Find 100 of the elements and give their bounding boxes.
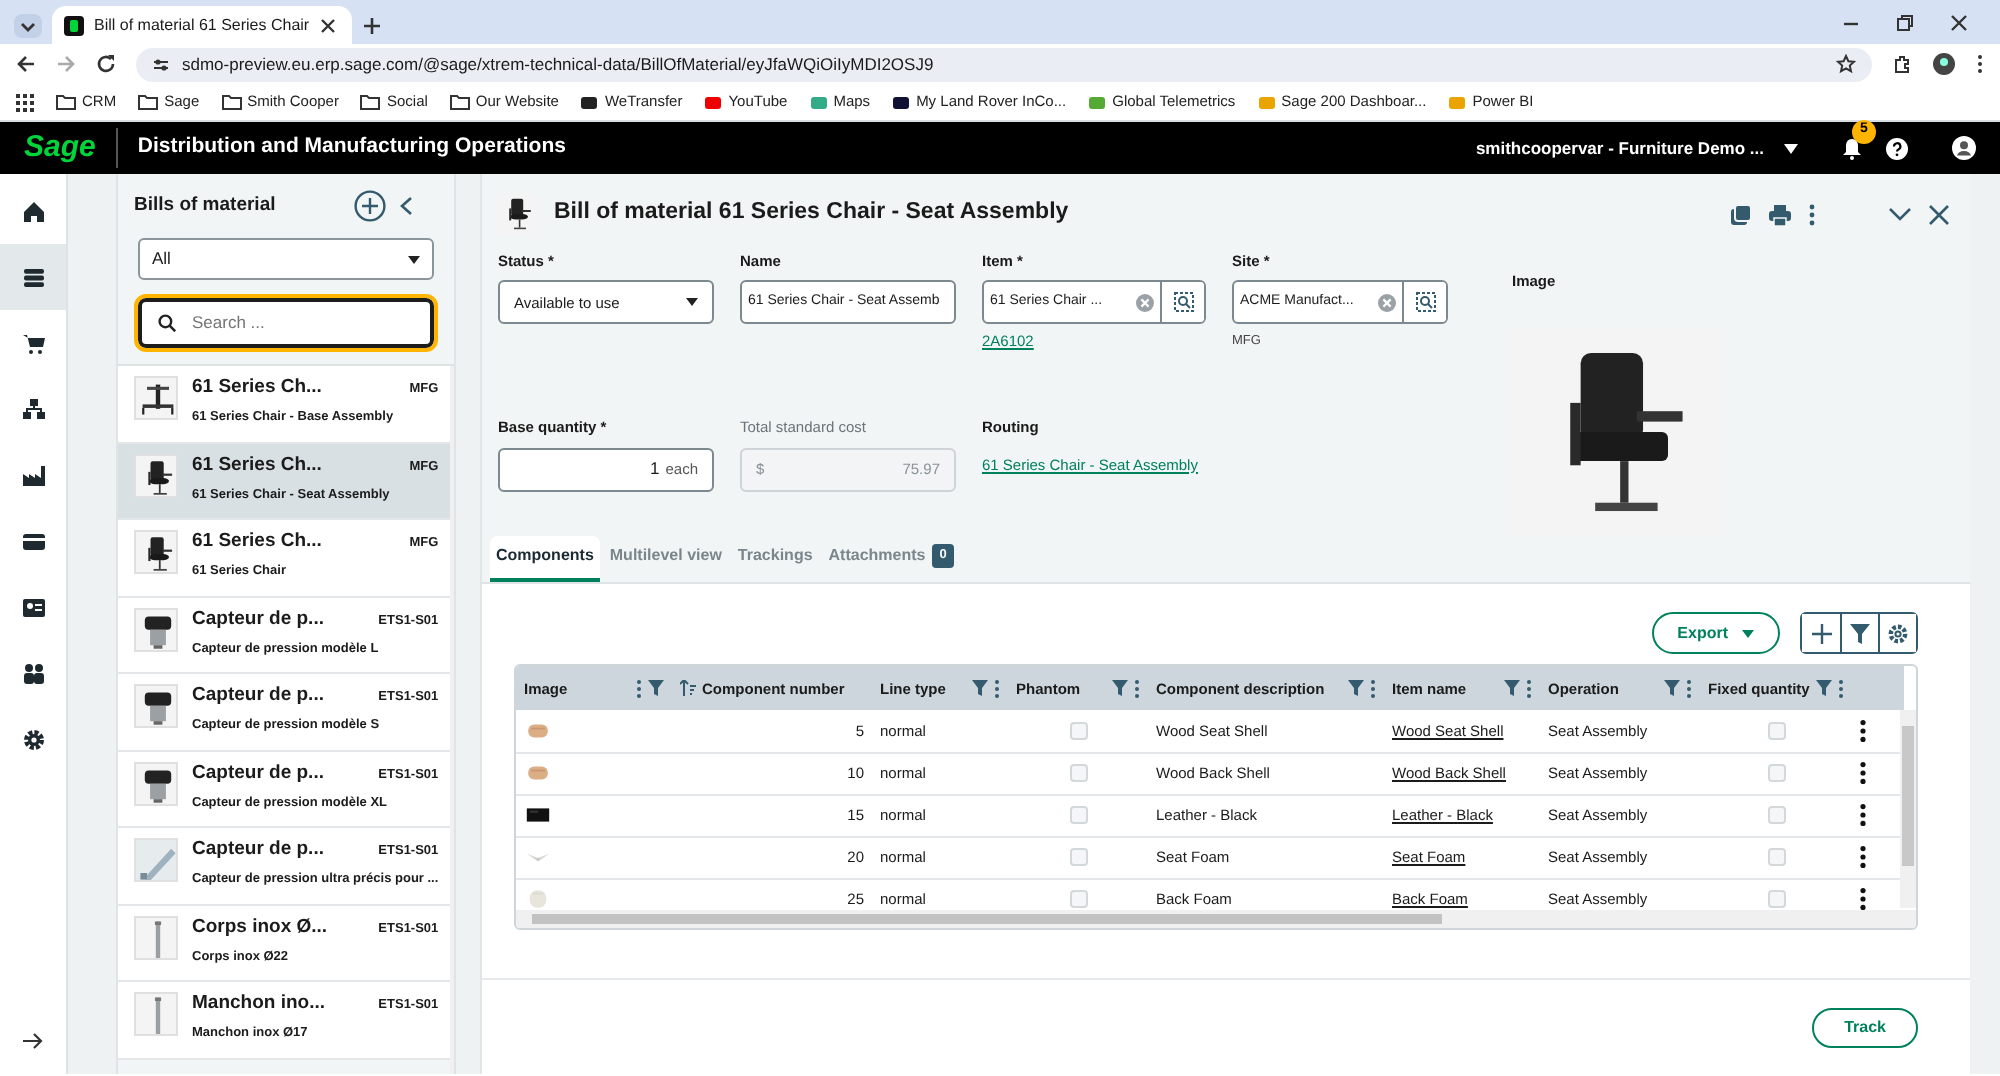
browser-tab[interactable]: Bill of material 61 Series Chair (52, 6, 352, 44)
bell-icon[interactable] (1842, 137, 1862, 159)
folder-icon (221, 94, 242, 110)
site-icon (1088, 93, 1107, 111)
checkbox[interactable] (1069, 722, 1087, 740)
account-menu[interactable]: smithcoopervar - Furniture Demo ... (1475, 135, 1798, 161)
help-icon[interactable] (1886, 137, 1908, 159)
filter-dropdown[interactable]: All (138, 238, 434, 280)
column-menu-icon[interactable] (1526, 679, 1532, 698)
row-menu-icon[interactable] (1860, 888, 1866, 911)
extensions-icon[interactable] (1892, 54, 1912, 74)
apps-grid-icon[interactable] (16, 93, 34, 111)
clear-icon[interactable] (1378, 293, 1396, 312)
checkbox[interactable] (1767, 806, 1785, 825)
checkbox[interactable] (1069, 764, 1087, 783)
export-button[interactable]: Export (1651, 612, 1780, 655)
bookmark-star-icon[interactable] (1836, 54, 1856, 74)
row-menu-icon[interactable] (1860, 762, 1866, 785)
site-icon (580, 93, 599, 111)
settings-icon[interactable] (21, 727, 45, 751)
clear-icon[interactable] (1136, 293, 1154, 312)
id-card-icon[interactable] (21, 595, 45, 619)
card-icon[interactable] (21, 529, 45, 553)
app-title: Distribution and Manufacturing Operations (137, 132, 566, 163)
site-icon (1257, 93, 1276, 111)
tab-list-icon[interactable] (12, 8, 44, 44)
reload-icon[interactable] (96, 54, 116, 74)
close-icon[interactable] (319, 17, 336, 33)
stack-icon[interactable] (21, 265, 45, 289)
arrow-right-icon[interactable] (22, 1032, 44, 1050)
filter-icon[interactable] (1504, 680, 1520, 697)
row-menu-icon[interactable] (1860, 846, 1866, 869)
checkbox[interactable] (1767, 764, 1785, 783)
people-icon[interactable] (21, 661, 45, 685)
close-icon[interactable] (1928, 203, 1950, 225)
tab[interactable]: Components (490, 536, 600, 583)
caret-icon (686, 298, 698, 307)
restore-icon[interactable] (1896, 13, 1914, 31)
sort-icon[interactable] (680, 680, 696, 697)
row-menu-icon[interactable] (1860, 720, 1866, 742)
column-menu-icon[interactable] (1134, 679, 1140, 698)
hierarchy-icon[interactable] (21, 397, 45, 421)
tab-title: Bill of material 61 Series Chair (94, 13, 310, 37)
checkbox[interactable] (1767, 848, 1785, 867)
back-icon[interactable] (16, 54, 36, 74)
filter-icon[interactable] (1112, 680, 1128, 697)
lookup-icon[interactable] (1415, 292, 1435, 313)
column-menu-icon[interactable] (1838, 679, 1844, 698)
site-icon (64, 15, 84, 35)
add-icon[interactable] (1811, 623, 1831, 644)
caret-icon (1742, 629, 1754, 638)
settings-icon[interactable] (1888, 623, 1908, 644)
lookup-icon[interactable] (1173, 292, 1193, 313)
row-menu-icon[interactable] (1860, 804, 1866, 827)
profile-icon[interactable] (1932, 52, 1956, 76)
filter-icon[interactable] (1664, 680, 1680, 697)
column-menu-icon[interactable] (636, 679, 642, 698)
cart-icon[interactable] (21, 331, 45, 355)
filter-icon[interactable] (648, 680, 664, 697)
site-icon (892, 93, 911, 111)
add-icon[interactable] (354, 190, 386, 222)
collapse-icon[interactable] (398, 196, 414, 216)
browser-menu-icon[interactable] (1976, 54, 1984, 74)
checkbox[interactable] (1767, 722, 1785, 740)
checkbox[interactable] (1069, 890, 1087, 909)
chevron-down-icon[interactable] (1888, 206, 1912, 222)
avatar-icon[interactable] (1952, 136, 1976, 160)
search-field[interactable]: Search ... (138, 298, 434, 348)
folder-icon (56, 94, 76, 110)
filter-icon[interactable] (1816, 680, 1832, 697)
site-icon (1448, 93, 1467, 111)
filter-icon[interactable] (1348, 680, 1364, 697)
filter-icon[interactable] (1850, 623, 1870, 644)
checkbox[interactable] (1069, 848, 1087, 867)
more-icon[interactable] (1808, 203, 1816, 225)
folder-icon (449, 94, 470, 110)
column-menu-icon[interactable] (1370, 679, 1376, 698)
print-icon[interactable] (1768, 203, 1792, 225)
close-icon[interactable] (1950, 13, 1968, 31)
logo: Sage (24, 128, 118, 168)
column-menu-icon[interactable] (1686, 679, 1692, 698)
search-icon (158, 314, 176, 332)
site-settings-icon[interactable] (152, 55, 170, 73)
record-title: Bill of material 61 Series Chair - Seat Assembly (554, 198, 1071, 229)
checkbox[interactable] (1767, 890, 1785, 909)
caret-icon (408, 255, 420, 263)
column-menu-icon[interactable] (994, 679, 1000, 698)
filter-icon[interactable] (972, 680, 988, 697)
folder-icon (138, 94, 159, 110)
factory-icon[interactable] (21, 463, 45, 487)
scrollbar[interactable] (1900, 710, 1916, 909)
checkbox[interactable] (1069, 806, 1087, 825)
site-icon (704, 93, 723, 111)
home-icon[interactable] (21, 199, 45, 223)
duplicate-icon[interactable] (1730, 203, 1752, 225)
track-button[interactable]: Track (1812, 1007, 1918, 1048)
scrollbar[interactable] (516, 910, 1916, 929)
search-input[interactable]: Search ... (188, 308, 388, 338)
caret-icon (1784, 143, 1798, 153)
folder-icon (360, 94, 381, 110)
